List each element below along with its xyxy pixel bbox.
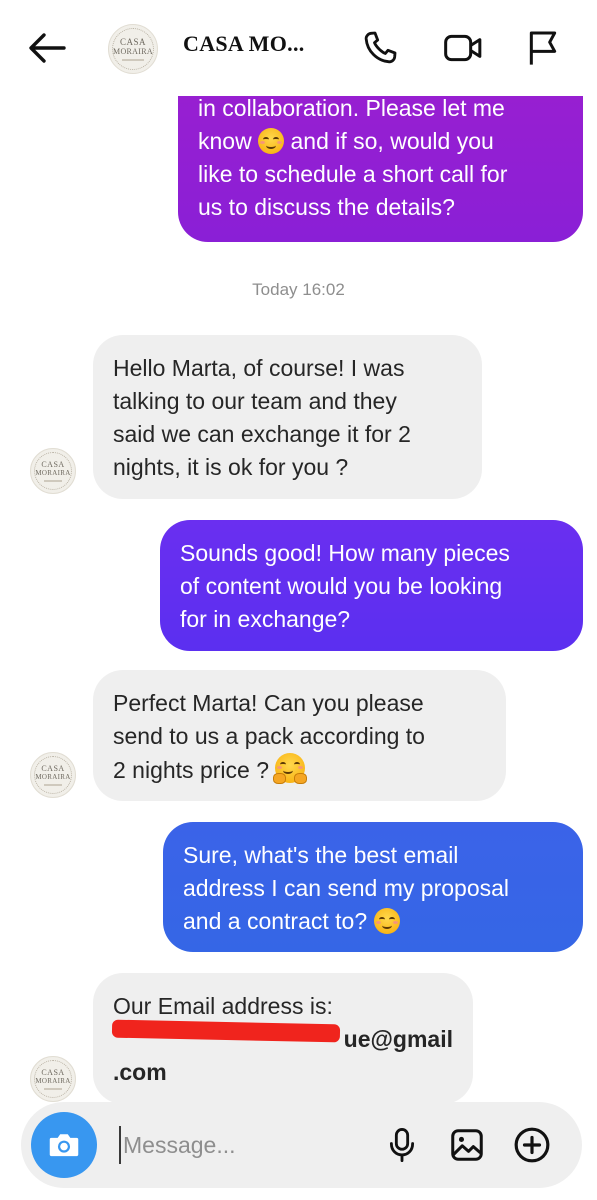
report-button[interactable] — [521, 26, 565, 70]
message-line: address I can send my proposal — [183, 875, 510, 901]
video-call-icon — [444, 34, 482, 62]
message-line: Sounds good! How many pieces — [180, 540, 510, 566]
message-thread: in collaboration. Please let me know and… — [0, 0, 597, 1200]
message-line: .com — [113, 1059, 167, 1085]
message-line: for in exchange? — [180, 606, 351, 632]
message-timestamp: Today 16:02 — [252, 280, 345, 299]
message-line: us to discuss the details? — [198, 194, 455, 220]
microphone-icon — [389, 1128, 415, 1163]
more-options-button[interactable] — [510, 1123, 554, 1167]
gallery-button[interactable] — [445, 1123, 489, 1167]
message-line: of content would you be looking — [180, 573, 503, 599]
message-line: said we can exchange it for 2 — [113, 421, 411, 447]
voice-message-button[interactable] — [380, 1123, 424, 1167]
back-button[interactable] — [22, 26, 70, 70]
message-line: Hello Marta, of course! I was — [113, 355, 405, 381]
message-line: Perfect Marta! Can you please — [113, 690, 424, 716]
camera-icon — [49, 1134, 79, 1157]
hugging-face-emoji — [273, 753, 308, 784]
message-line: Our Email address is: — [113, 993, 333, 1019]
camera-button[interactable] — [31, 1112, 97, 1178]
message-bubble-incoming[interactable]: Perfect Marta! Can you please send to us… — [93, 670, 506, 801]
message-line: talking to our team and they — [113, 388, 397, 414]
message-input[interactable] — [119, 1126, 393, 1164]
phone-icon — [364, 31, 397, 64]
message-line: in collaboration. Please let me — [198, 95, 505, 121]
video-call-button[interactable] — [442, 26, 486, 70]
message-bubble-outgoing[interactable]: Sounds good! How many pieces of content … — [160, 520, 583, 651]
contact-avatar[interactable]: CASA MORAIRA — [108, 24, 158, 74]
gallery-icon — [451, 1129, 483, 1161]
smiling-face-emoji — [258, 128, 285, 154]
add-icon — [514, 1127, 550, 1163]
smiling-face-emoji — [373, 908, 400, 934]
message-line: and a contract to? — [183, 905, 563, 938]
flag-icon — [529, 31, 557, 65]
message-bubble-incoming[interactable]: Hello Marta, of course! I was talking to… — [93, 335, 482, 499]
message-bubble-outgoing[interactable]: Sure, what's the best email address I ca… — [163, 822, 583, 952]
back-arrow-icon — [29, 33, 66, 63]
message-line: send to us a pack according to — [113, 723, 425, 749]
message-line: know and if so, would you — [198, 128, 494, 154]
chat-title[interactable]: CASA MO... — [183, 31, 305, 57]
message-line: like to schedule a short call for — [198, 161, 508, 187]
chat-header: CASA MORAIRA CASA MO... — [0, 0, 597, 96]
sender-avatar[interactable]: CASA MORAIRA — [30, 1056, 76, 1102]
message-composer — [21, 1102, 582, 1188]
message-line: 2 nights price ? — [113, 753, 486, 787]
sender-avatar[interactable]: CASA MORAIRA — [30, 752, 76, 798]
audio-call-button[interactable] — [358, 26, 402, 70]
message-line: Sure, what's the best email — [183, 842, 459, 868]
sender-avatar[interactable]: CASA MORAIRA — [30, 448, 76, 494]
message-line: nights, it is ok for you ? — [113, 454, 349, 480]
